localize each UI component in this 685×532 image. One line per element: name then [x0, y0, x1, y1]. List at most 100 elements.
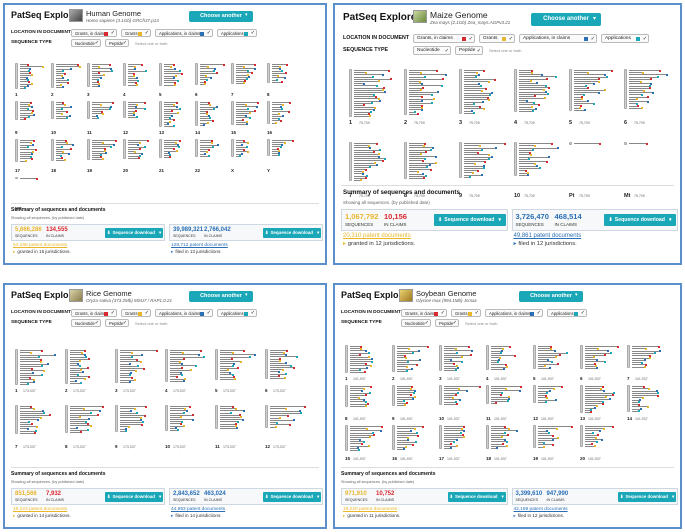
patent-documents-link[interactable]: 54,188 patent documents	[13, 243, 67, 248]
chromosome-8[interactable]: 8 101,937	[345, 385, 388, 425]
chromosome-13[interactable]: 13 101,937	[580, 385, 623, 425]
chromosome-17[interactable]: 17 101,937	[439, 425, 482, 465]
chromosome-6[interactable]: 6 173,037	[265, 349, 311, 405]
location-filter-2[interactable]: Applications, in claims ✓	[155, 29, 213, 37]
sequence-download-button[interactable]: ⬇ Sequence download ▾	[263, 228, 321, 238]
sequence-download-button[interactable]: ⬇ Sequence download ▾	[447, 492, 506, 502]
chromosome-16[interactable]: 16	[267, 101, 299, 139]
chromosome-15[interactable]: 15 101,937	[345, 425, 388, 465]
chromosome-14[interactable]: 14	[195, 101, 227, 139]
sequence-download-button[interactable]: ⬇ Sequence download ▾	[105, 228, 163, 238]
location-filter-1[interactable]: Grants ✓	[121, 29, 151, 37]
chromosome-21[interactable]: 21	[159, 139, 191, 177]
location-filter-3[interactable]: Applications ✓	[217, 309, 257, 317]
chromosome-12[interactable]: 12 101,937	[533, 385, 576, 425]
chromosome-6[interactable]: 6 101,937	[580, 345, 623, 385]
chromosome-1[interactable]: 1	[15, 63, 47, 101]
chromosome-10[interactable]: 10 75,709	[514, 142, 565, 215]
chromosome-5[interactable]: 5 173,037	[215, 349, 261, 405]
sequence-download-button[interactable]: ⬇ Sequence download ▾	[433, 214, 506, 226]
sequence-download-button[interactable]: ⬇ Sequence download ▾	[105, 492, 163, 502]
chromosome-19[interactable]: 19	[87, 139, 119, 177]
patent-documents-link[interactable]: 19,220 patent documents	[343, 507, 397, 512]
chromosome-5[interactable]: 5 101,937	[533, 345, 576, 385]
chromosome-5[interactable]: 5	[159, 63, 191, 101]
chromosome-11[interactable]: 11 101,937	[486, 385, 529, 425]
location-filter-1[interactable]: Grants ✓	[451, 309, 481, 317]
chromosome-3[interactable]: 3 75,709	[459, 69, 510, 142]
chromosome-1[interactable]: 1 101,937	[345, 345, 388, 385]
chromosome-11[interactable]: 11	[87, 101, 119, 139]
sequence-filter-1[interactable]: Peptide ✓	[105, 319, 129, 327]
location-filter-1[interactable]: Grants ✓	[479, 34, 515, 43]
chromosome-4[interactable]: 4 101,937	[486, 345, 529, 385]
sequence-filter-1[interactable]: Peptide ✓	[435, 319, 459, 327]
chromosome-8[interactable]: 8 173,037	[65, 405, 111, 461]
chromosome-6[interactable]: 6	[195, 63, 227, 101]
sequence-filter-0[interactable]: Nucleotide ✓	[71, 39, 101, 47]
chromosome-X[interactable]: X	[231, 139, 263, 177]
chromosome-9[interactable]: 9 101,937	[392, 385, 435, 425]
chromosome-18[interactable]: 18	[51, 139, 83, 177]
chromosome-1[interactable]: 1 75,709	[349, 69, 400, 142]
patent-documents-link[interactable]: 128,712 patent documents	[171, 243, 228, 248]
chromosome-4[interactable]: 4 173,037	[165, 349, 211, 405]
chromosome-15[interactable]: 15	[231, 101, 263, 139]
chromosome-9[interactable]: 9	[15, 101, 47, 139]
chromosome-3[interactable]: 3 101,937	[439, 345, 482, 385]
chromosome-17[interactable]: 17	[15, 139, 47, 177]
choose-genome-button[interactable]: Choose another genome	[189, 291, 253, 310]
chromosome-2[interactable]: 2 75,709	[404, 69, 455, 142]
location-filter-0[interactable]: Grants, in claims ✓	[401, 309, 447, 317]
chromosome-1[interactable]: 1 173,037	[15, 349, 61, 405]
choose-genome-button[interactable]: Choose another genome	[531, 13, 601, 35]
patent-documents-link[interactable]: 19,223 patent documents	[13, 507, 67, 512]
location-filter-2[interactable]: Applications, in claims ✓	[485, 309, 543, 317]
chromosome-9[interactable]: 9 75,709	[459, 142, 510, 215]
location-filter-3[interactable]: Applications ✓	[217, 29, 257, 37]
chromosome-10[interactable]: 10 173,037	[165, 405, 211, 461]
chromosome-2[interactable]: 2 173,037	[65, 349, 111, 405]
location-filter-2[interactable]: Applications, in claims ✓	[519, 34, 597, 43]
sequence-filter-0[interactable]: Nucleotide ✓	[401, 319, 431, 327]
chromosome-Y[interactable]: Y	[267, 139, 299, 177]
chromosome-4[interactable]: 4	[123, 63, 155, 101]
chromosome-2[interactable]: 2	[51, 63, 83, 101]
chromosome-13[interactable]: 13	[159, 101, 191, 139]
chromosome-4[interactable]: 4 75,709	[514, 69, 565, 142]
chromosome-8[interactable]: 8	[267, 63, 299, 101]
chromosome-12[interactable]: 12	[123, 101, 155, 139]
chromosome-7[interactable]: 7	[231, 63, 263, 101]
chromosome-18[interactable]: 18 101,937	[486, 425, 529, 465]
chromosome-2[interactable]: 2 101,937	[392, 345, 435, 385]
chromosome-7[interactable]: 7 101,937	[627, 345, 670, 385]
chromosome-Mt[interactable]: Mt 75,709	[624, 142, 675, 215]
choose-genome-button[interactable]: Choose another genome	[189, 11, 253, 30]
chromosome-7[interactable]: 7 173,037	[15, 405, 61, 461]
patent-documents-link[interactable]: 44,993 patent documents	[171, 507, 225, 512]
chromosome-20[interactable]: 20	[123, 139, 155, 177]
chromosome-3[interactable]: 3 173,037	[115, 349, 161, 405]
location-filter-0[interactable]: Grants, in claims ✓	[71, 29, 117, 37]
sequence-filter-1[interactable]: Peptide ✓	[455, 46, 483, 55]
sequence-filter-1[interactable]: Peptide ✓	[105, 39, 129, 47]
chromosome-11[interactable]: 11 173,037	[215, 405, 261, 461]
chromosome-14[interactable]: 14 101,937	[627, 385, 670, 425]
chromosome-5[interactable]: 5 75,709	[569, 69, 620, 142]
chromosome-6[interactable]: 6 75,709	[624, 69, 675, 142]
choose-genome-button[interactable]: Choose another genome	[519, 291, 583, 310]
chromosome-12[interactable]: 12 173,037	[265, 405, 311, 461]
sequence-download-button[interactable]: ⬇ Sequence download ▾	[618, 492, 676, 502]
chromosome-10[interactable]: 10 101,937	[439, 385, 482, 425]
chromosome-22[interactable]: 22	[195, 139, 227, 177]
patent-documents-link[interactable]: 20,310 patent documents	[343, 233, 411, 239]
chromosome-19[interactable]: 19 101,937	[533, 425, 576, 465]
location-filter-0[interactable]: Grants, in claims ✓	[71, 309, 117, 317]
patent-documents-link[interactable]: 42,159 patent documents	[514, 507, 568, 512]
sequence-download-button[interactable]: ⬇ Sequence download ▾	[604, 214, 676, 226]
sequence-filter-0[interactable]: Nucleotide ✓	[413, 46, 451, 55]
location-filter-2[interactable]: Applications, in claims ✓	[155, 309, 213, 317]
chromosome-Pt[interactable]: Pt 75,709	[569, 142, 620, 215]
location-filter-0[interactable]: Grants, in claims ✓	[413, 34, 475, 43]
location-filter-3[interactable]: Applications ✓	[547, 309, 587, 317]
